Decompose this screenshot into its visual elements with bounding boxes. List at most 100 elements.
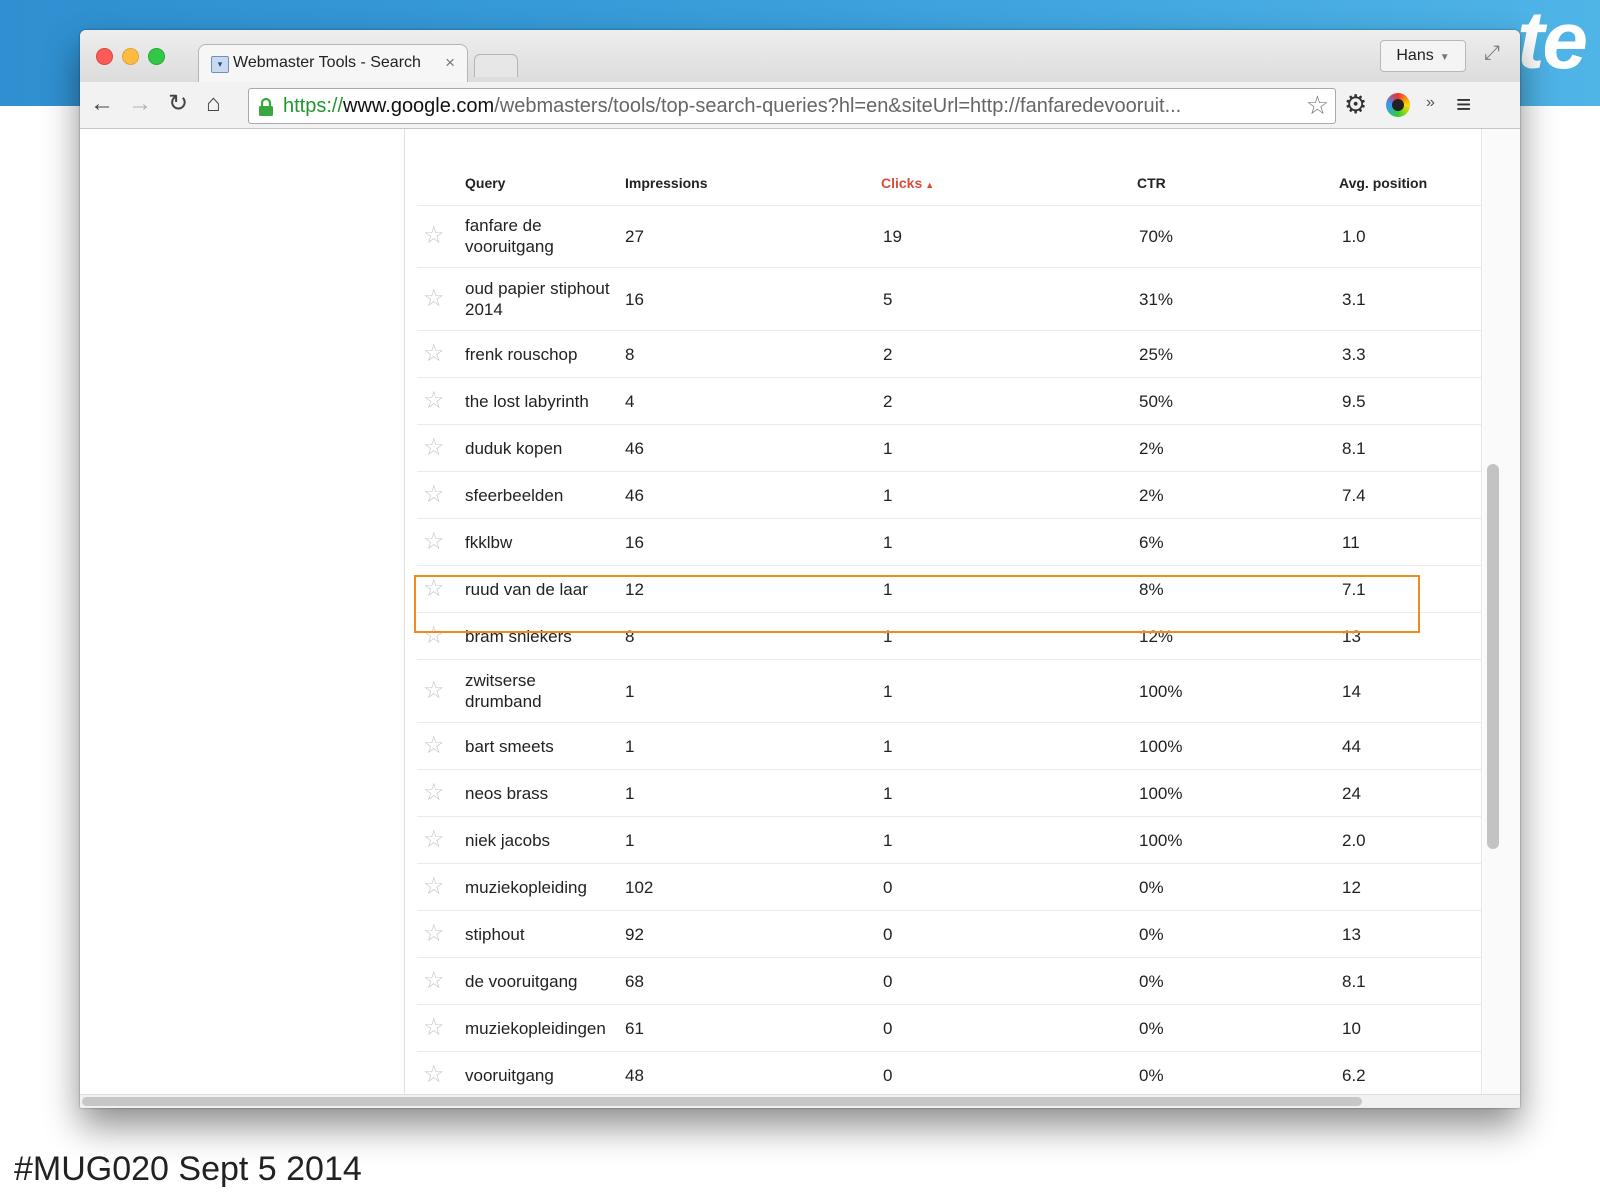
table-row[interactable]: ☆ ruud van de laar 12 1 8% 7.1 — [417, 566, 1481, 613]
star-icon[interactable]: ☆ — [423, 969, 445, 993]
query-cell[interactable]: muziekopleiding — [465, 877, 615, 898]
impressions-cell: 12 — [625, 579, 644, 599]
window-minimize-button[interactable] — [122, 48, 139, 65]
table-row[interactable]: ☆ muziekopleiding 102 0 0% 12 — [417, 864, 1481, 911]
reload-icon[interactable]: ↻ — [168, 90, 188, 118]
clicks-cell: 0 — [883, 1065, 893, 1085]
query-cell[interactable]: bram sniekers — [465, 626, 615, 647]
header-avg-position[interactable]: Avg. position — [1339, 175, 1427, 191]
table-row[interactable]: ☆ fkklbw 16 1 6% 11 — [417, 519, 1481, 566]
header-impressions[interactable]: Impressions — [625, 175, 707, 191]
impressions-cell: 1 — [625, 736, 635, 756]
star-icon[interactable]: ☆ — [423, 1016, 445, 1040]
star-icon[interactable]: ☆ — [423, 224, 445, 248]
star-icon[interactable]: ☆ — [423, 342, 445, 366]
star-icon[interactable]: ☆ — [423, 483, 445, 507]
menu-icon[interactable]: ≡ — [1456, 89, 1471, 120]
clicks-cell: 2 — [883, 344, 893, 364]
tab-close-icon[interactable]: × — [445, 53, 455, 73]
window-close-button[interactable] — [96, 48, 113, 65]
star-icon[interactable]: ☆ — [423, 734, 445, 758]
table-row[interactable]: ☆ duduk kopen 46 1 2% 8.1 — [417, 425, 1481, 472]
ctr-cell: 6% — [1139, 532, 1164, 552]
header-query[interactable]: Query — [465, 175, 505, 191]
star-icon[interactable]: ☆ — [423, 1063, 445, 1087]
table-row[interactable]: ☆ the lost labyrinth 4 2 50% 9.5 — [417, 378, 1481, 425]
star-icon[interactable]: ☆ — [423, 530, 445, 554]
star-icon[interactable]: ☆ — [423, 577, 445, 601]
table-row[interactable]: ☆ bram sniekers 8 1 12% 13 — [417, 613, 1481, 660]
impressions-cell: 92 — [625, 924, 644, 944]
avg-position-cell: 12 — [1342, 877, 1361, 897]
url-path: /webmasters/tools/top-search-queries?hl=… — [494, 95, 1182, 117]
query-cell[interactable]: ruud van de laar — [465, 579, 615, 600]
horizontal-scrollbar-thumb[interactable] — [82, 1097, 1362, 1106]
query-cell[interactable]: frenk rouschop — [465, 344, 615, 365]
star-icon[interactable]: ☆ — [423, 781, 445, 805]
extensions-overflow-icon[interactable]: » — [1426, 94, 1435, 112]
avg-position-cell: 1.0 — [1342, 226, 1366, 246]
query-cell[interactable]: the lost labyrinth — [465, 391, 615, 412]
star-icon[interactable]: ☆ — [423, 389, 445, 413]
query-cell[interactable]: fanfare de vooruitgang — [465, 215, 615, 257]
window-zoom-button[interactable] — [148, 48, 165, 65]
query-cell[interactable]: de vooruitgang — [465, 971, 615, 992]
star-icon[interactable]: ☆ — [423, 875, 445, 899]
star-icon[interactable]: ☆ — [423, 828, 445, 852]
query-cell[interactable]: vooruitgang — [465, 1065, 615, 1086]
ctr-cell: 0% — [1139, 924, 1164, 944]
star-icon[interactable]: ☆ — [423, 922, 445, 946]
lock-icon — [259, 97, 273, 116]
bookmark-star-icon[interactable]: ☆ — [1306, 90, 1329, 121]
star-icon[interactable]: ☆ — [423, 679, 445, 703]
profile-button[interactable]: Hans ▼ — [1380, 40, 1466, 72]
fullscreen-icon[interactable]: ⤢ — [1484, 42, 1500, 65]
table-row[interactable]: ☆ stiphout 92 0 0% 13 — [417, 911, 1481, 958]
query-cell[interactable]: oud papier stiphout 2014 — [465, 278, 615, 320]
table-row[interactable]: ☆ vooruitgang 48 0 0% 6.2 — [417, 1052, 1481, 1099]
forward-icon[interactable]: → — [128, 90, 152, 118]
query-cell[interactable]: stiphout — [465, 924, 615, 945]
query-cell[interactable]: sfeerbeelden — [465, 485, 615, 506]
avg-position-cell: 14 — [1342, 681, 1361, 701]
star-icon[interactable]: ☆ — [423, 287, 445, 311]
browser-tab[interactable]: ▾ Webmaster Tools - Search × — [198, 44, 468, 83]
table-row[interactable]: ☆ muziekopleidingen 61 0 0% 10 — [417, 1005, 1481, 1052]
vertical-scrollbar-thumb[interactable] — [1487, 464, 1499, 849]
impressions-cell: 46 — [625, 485, 644, 505]
url-text[interactable]: https://www.google.com/webmasters/tools/… — [283, 95, 1293, 118]
table-row[interactable]: ☆ niek jacobs 1 1 100% 2.0 — [417, 817, 1481, 864]
header-ctr[interactable]: CTR — [1137, 175, 1166, 191]
table-row[interactable]: ☆ neos brass 1 1 100% 24 — [417, 770, 1481, 817]
query-cell[interactable]: niek jacobs — [465, 830, 615, 851]
clicks-cell: 19 — [883, 226, 902, 246]
table-row[interactable]: ☆ bart smeets 1 1 100% 44 — [417, 723, 1481, 770]
star-icon[interactable]: ☆ — [423, 436, 445, 460]
avg-position-cell: 13 — [1342, 924, 1361, 944]
address-bar[interactable]: https://www.google.com/webmasters/tools/… — [248, 88, 1336, 124]
table-row[interactable]: ☆ de vooruitgang 68 0 0% 8.1 — [417, 958, 1481, 1005]
table-row[interactable]: ☆ fanfare de vooruitgang 27 19 70% 1.0 — [417, 205, 1481, 268]
query-cell[interactable]: muziekopleidingen — [465, 1018, 615, 1039]
table-row[interactable]: ☆ zwitserse drumband 1 1 100% 14 — [417, 660, 1481, 723]
star-icon[interactable]: ☆ — [423, 624, 445, 648]
table-row[interactable]: ☆ oud papier stiphout 2014 16 5 31% 3.1 — [417, 268, 1481, 331]
query-cell[interactable]: zwitserse drumband — [465, 670, 615, 712]
back-icon[interactable]: ← — [90, 90, 114, 118]
table-row[interactable]: ☆ frenk rouschop 8 2 25% 3.3 — [417, 331, 1481, 378]
ctr-cell: 100% — [1139, 736, 1183, 756]
header-clicks[interactable]: Clicks ▲ — [881, 175, 934, 191]
ctr-cell: 0% — [1139, 971, 1164, 991]
color-extension-icon[interactable] — [1386, 93, 1410, 117]
horizontal-scrollbar[interactable] — [80, 1094, 1520, 1108]
avg-position-cell: 9.5 — [1342, 391, 1366, 411]
avg-position-cell: 7.4 — [1342, 485, 1366, 505]
query-cell[interactable]: bart smeets — [465, 736, 615, 757]
gear-icon[interactable]: ⚙ — [1344, 90, 1367, 118]
query-cell[interactable]: duduk kopen — [465, 438, 615, 459]
new-tab-button[interactable] — [474, 54, 518, 77]
table-row[interactable]: ☆ sfeerbeelden 46 1 2% 7.4 — [417, 472, 1481, 519]
query-cell[interactable]: neos brass — [465, 783, 615, 804]
query-cell[interactable]: fkklbw — [465, 532, 615, 553]
home-icon[interactable]: ⌂ — [206, 90, 221, 118]
